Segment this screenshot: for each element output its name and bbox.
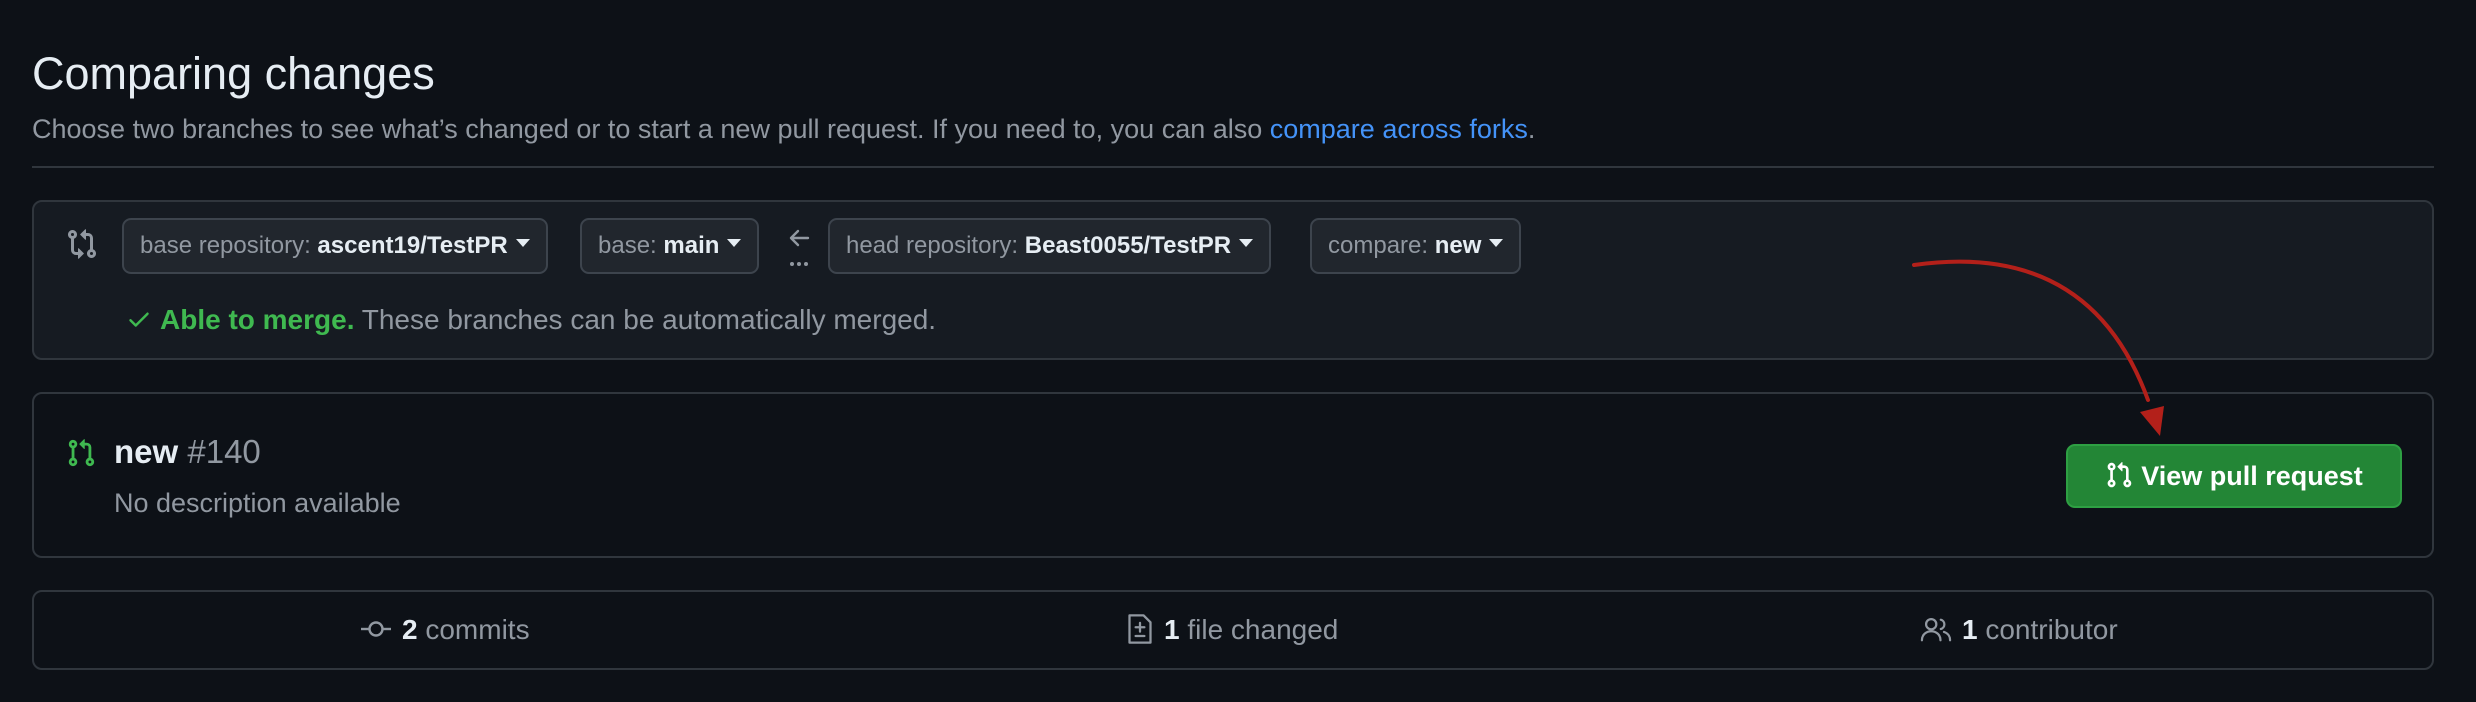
head-repository-select[interactable]: head repository: Beast0055/TestPR [828,218,1272,274]
compare-branch-value: new [1434,232,1482,259]
check-icon [129,312,149,327]
merge-ok-text: Able to merge. [160,304,355,335]
compare-stats: 2 commits 1 file changed 1 contributor [32,590,2434,670]
page-subtitle: Choose two branches to see what’s change… [32,110,1535,148]
commits-label: commits [417,614,530,645]
file-diff-icon [1128,613,1152,644]
contributors-link[interactable]: 1 contributor [1920,592,2118,668]
base-branch-value: main [663,232,720,259]
existing-pull-request: new #140 No description available View p… [32,392,2434,558]
pr-branch-name: new [114,433,179,470]
pr-number: #140 [187,433,261,470]
page-title: Comparing changes [32,48,435,99]
git-pull-request-icon [2107,461,2132,488]
commits-count: 2 [402,614,418,645]
contributors-count: 1 [1962,614,1978,645]
chevron-down-icon [1489,238,1504,247]
people-icon [1920,617,1952,641]
view-pull-request-label: View pull request [2141,461,2363,491]
divider [32,166,2434,168]
files-count: 1 [1164,614,1180,645]
git-pull-request-icon [68,439,95,467]
chevron-down-icon [727,238,742,247]
merge-status: Able to merge. These branches can be aut… [126,300,936,340]
pr-description: No description available [114,488,401,518]
git-compare-icon [68,229,97,259]
files-label: file changed [1179,614,1339,645]
base-branch-select[interactable]: base: main [580,218,760,274]
contributors-label: contributor [1977,614,2118,645]
base-repository-select[interactable]: base repository: ascent19/TestPR [122,218,548,274]
subtitle-end: . [1527,114,1536,144]
compare-across-forks-link[interactable]: compare across forks [1270,114,1528,144]
compare-branch-label: compare: [1328,232,1435,259]
subtitle-text: Choose two branches to see what’s change… [32,114,1270,144]
merge-message: These branches can be automatically merg… [354,304,937,335]
view-pull-request-button[interactable]: View pull request [2066,444,2402,508]
arrow-left-icon [789,229,810,266]
range-editor: base repository: ascent19/TestPR base: m… [32,200,2434,360]
base-repository-value: ascent19/TestPR [317,232,508,259]
base-branch-label: base: [598,232,664,259]
head-repository-value: Beast0055/TestPR [1024,232,1232,259]
git-commit-icon [361,620,391,637]
pr-title[interactable]: new #140 [114,430,261,474]
chevron-down-icon [1239,238,1254,247]
chevron-down-icon [515,238,530,247]
files-changed-link[interactable]: 1 file changed [1126,592,1338,668]
head-repository-label: head repository: [846,232,1025,259]
compare-branch-select[interactable]: compare: new [1310,218,1522,274]
base-repository-label: base repository: [140,232,318,259]
commits-count-link[interactable]: 2 commits [360,592,530,668]
